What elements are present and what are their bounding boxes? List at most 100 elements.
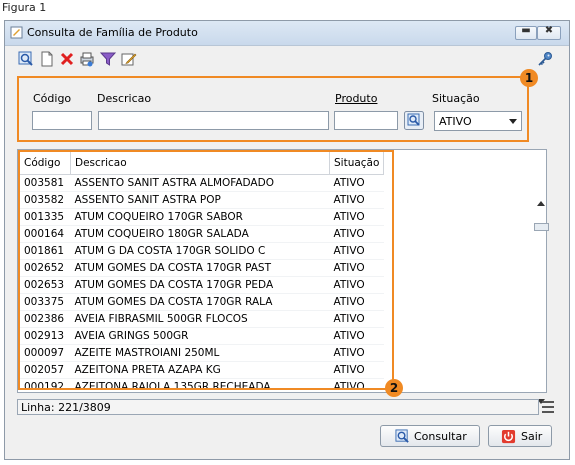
table-header-row: Código Descricao Situação [20, 152, 385, 175]
situacao-value: ATIVO [439, 115, 472, 128]
descricao-label: Descricao [97, 92, 152, 105]
scroll-thumb[interactable] [534, 223, 549, 231]
window: Consulta de Família de Produto ▬ ✖ Códig… [4, 20, 570, 460]
cell-codigo: 000097 [20, 344, 71, 362]
cell-situacao: ATIVO [329, 378, 384, 392]
descricao-input[interactable] [98, 111, 329, 130]
new-doc-icon[interactable] [39, 51, 55, 67]
callout-badge-1: 1 [520, 69, 538, 87]
close-icon: ✖ [544, 25, 554, 36]
cell-situacao: ATIVO [329, 174, 384, 192]
cell-codigo: 000192 [20, 378, 71, 392]
table-row[interactable]: 000164 ATUM COQUEIRO 180GR SALADA ATIVO [20, 225, 384, 243]
table-row[interactable]: 003582 ASSENTO SANIT ASTRA POP ATIVO [20, 191, 384, 209]
vertical-scrollbar[interactable] [533, 181, 549, 404]
header-codigo[interactable]: Código [20, 152, 71, 175]
cell-codigo: 003581 [20, 174, 71, 192]
table-row[interactable]: 003375 ATUM GOMES DA COSTA 170GR RALA ATIV… [20, 293, 384, 311]
produto-input[interactable] [334, 111, 398, 130]
consultar-label: Consultar [414, 430, 467, 443]
search-icon [395, 429, 409, 443]
produto-search-icon[interactable] [404, 111, 424, 130]
toolbar [5, 47, 569, 69]
consultar-button[interactable]: Consultar [380, 425, 480, 447]
results-table: Código Descricao Situação 003581 ASSENTO … [20, 152, 385, 392]
cell-situacao: ATIVO [329, 361, 384, 379]
cell-descricao: AVEIA GRINGS 500GR [70, 327, 330, 345]
cell-situacao: ATIVO [329, 276, 384, 294]
situacao-select[interactable]: ATIVO [434, 111, 522, 131]
cell-descricao: ATUM COQUEIRO 170GR SABOR [70, 208, 330, 226]
window-title: Consulta de Família de Produto [27, 26, 198, 39]
cell-descricao: ATUM GOMES DA COSTA 170GR PAST [70, 259, 330, 277]
produto-link[interactable]: Produto [335, 92, 377, 105]
cell-codigo: 000164 [20, 225, 71, 243]
cell-codigo: 002652 [20, 259, 71, 277]
cell-situacao: ATIVO [329, 310, 384, 328]
cell-descricao: ASSENTO SANIT ASTRA POP [70, 191, 330, 209]
cell-descricao: AZEITONA RAIOLA 135GR RECHEADA [70, 378, 330, 392]
table-row[interactable]: 001335 ATUM COQUEIRO 170GR SABOR ATIVO [20, 208, 384, 226]
app-icon [10, 26, 23, 39]
cell-situacao: ATIVO [329, 259, 384, 277]
print-icon[interactable] [79, 51, 95, 67]
cell-codigo: 002386 [20, 310, 71, 328]
filter-icon[interactable] [100, 51, 116, 67]
cell-situacao: ATIVO [329, 208, 384, 226]
cell-situacao: ATIVO [329, 225, 384, 243]
cell-codigo: 002653 [20, 276, 71, 294]
chevron-down-icon [509, 119, 517, 124]
minimize-button[interactable]: ▬ [515, 25, 537, 40]
table-row[interactable]: 002057 AZEITONA PRETA AZAPA KG ATIVO [20, 361, 384, 379]
table-row[interactable]: 001861 ATUM G DA COSTA 170GR SOLIDO C ATIV… [20, 242, 384, 260]
sair-label: Sair [521, 430, 543, 443]
cell-codigo: 001861 [20, 242, 71, 260]
results-grid: Código Descricao Situação 003581 ASSENTO … [17, 149, 547, 393]
cell-situacao: ATIVO [329, 293, 384, 311]
minimize-icon: ▬ [521, 25, 531, 36]
cell-codigo: 003582 [20, 191, 71, 209]
cell-situacao: ATIVO [329, 191, 384, 209]
filter-panel: Código Descricao Produto Situação ATIVO [17, 76, 529, 142]
cell-descricao: AZEITONA PRETA AZAPA KG [70, 361, 330, 379]
close-button[interactable]: ✖ [537, 25, 561, 40]
cell-descricao: ATUM COQUEIRO 180GR SALADA [70, 225, 330, 243]
menu-icon[interactable] [542, 401, 554, 413]
cell-codigo: 003375 [20, 293, 71, 311]
cell-descricao: ASSENTO SANIT ASTRA ALMOFADADO [70, 174, 330, 192]
status-text: Linha: 221/3809 [21, 401, 111, 414]
table-row[interactable]: 000097 AZEITE MASTROIANI 250ML ATIVO [20, 344, 384, 362]
table-row[interactable]: 002653 ATUM GOMES DA COSTA 170GR PEDA ATIV… [20, 276, 384, 294]
key-icon[interactable] [537, 51, 553, 67]
codigo-input[interactable] [32, 111, 92, 130]
sair-button[interactable]: Sair [488, 425, 552, 447]
delete-icon[interactable] [59, 51, 75, 67]
scroll-up-icon[interactable] [537, 201, 545, 206]
situacao-label: Situação [432, 92, 480, 105]
table-row[interactable]: 002913 AVEIA GRINGS 500GR ATIVO [20, 327, 384, 345]
header-situacao[interactable]: Situação [329, 152, 385, 175]
cell-situacao: ATIVO [329, 327, 384, 345]
table-row[interactable]: 002386 AVEIA FIBRASMIL 500GR FLOCOS ATIVO [20, 310, 384, 328]
table-row[interactable]: 000192 AZEITONA RAIOLA 135GR RECHEADA ATIV… [20, 378, 384, 392]
title-bar: Consulta de Família de Produto ▬ ✖ [5, 21, 569, 46]
table-row[interactable]: 003581 ASSENTO SANIT ASTRA ALMOFADADO ATIV… [20, 174, 384, 192]
cell-codigo: 001335 [20, 208, 71, 226]
cell-descricao: ATUM G DA COSTA 170GR SOLIDO C [70, 242, 330, 260]
cell-situacao: ATIVO [329, 242, 384, 260]
cell-codigo: 002057 [20, 361, 71, 379]
callout-badge-2: 2 [385, 379, 403, 397]
search-icon[interactable] [18, 51, 34, 67]
status-bar: Linha: 221/3809 [17, 399, 539, 415]
figure-label: Figura 1 [2, 1, 47, 14]
cell-descricao: AVEIA FIBRASMIL 500GR FLOCOS [70, 310, 330, 328]
table-row[interactable]: 002652 ATUM GOMES DA COSTA 170GR PAST ATIV… [20, 259, 384, 277]
cell-codigo: 002913 [20, 327, 71, 345]
header-descricao[interactable]: Descricao [70, 152, 330, 175]
cell-descricao: ATUM GOMES DA COSTA 170GR RALA [70, 293, 330, 311]
cell-descricao: AZEITE MASTROIANI 250ML [70, 344, 330, 362]
edit-icon[interactable] [121, 51, 137, 67]
power-icon [501, 429, 516, 444]
codigo-label: Código [33, 92, 72, 105]
cell-descricao: ATUM GOMES DA COSTA 170GR PEDA [70, 276, 330, 294]
